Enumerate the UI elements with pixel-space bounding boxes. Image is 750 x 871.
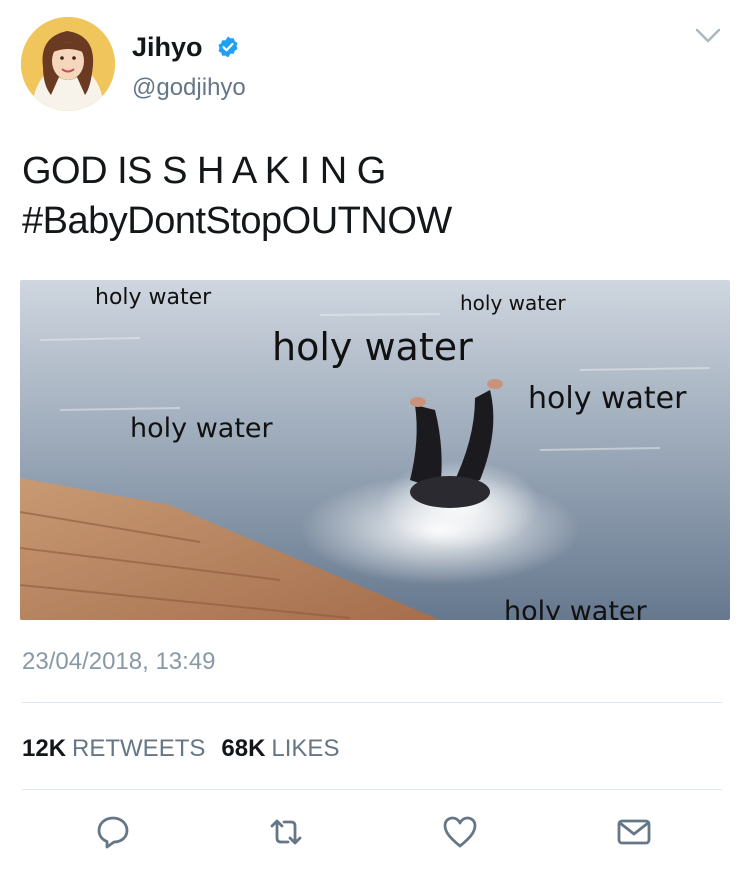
- reply-button[interactable]: [93, 812, 133, 852]
- retweets-count[interactable]: 12K: [22, 735, 66, 762]
- retweet-icon: [270, 819, 302, 845]
- chevron-down-icon[interactable]: [695, 28, 721, 44]
- avatar[interactable]: [21, 17, 115, 111]
- tweet-text: GOD IS S H A K I N G #BabyDontStopOUTNOW: [22, 146, 722, 246]
- meme-label: holy water: [504, 596, 648, 620]
- likes-label[interactable]: LIKES: [271, 735, 339, 762]
- tweet-text-line: GOD IS S H A K I N G: [22, 150, 386, 192]
- meme-image: holy water holy water holy water holy wa…: [20, 280, 730, 620]
- verified-badge-icon: [218, 36, 238, 58]
- reply-icon: [97, 816, 129, 849]
- meme-label: holy water: [272, 325, 473, 369]
- heart-icon: [443, 816, 477, 848]
- meme-label: holy water: [528, 381, 687, 416]
- meme-label: holy water: [130, 413, 274, 444]
- tweet-stats: 12K RETWEETS 68K LIKES: [22, 735, 355, 763]
- meme-label: holy water: [95, 285, 212, 310]
- share-button[interactable]: [614, 812, 654, 852]
- retweets-label[interactable]: RETWEETS: [72, 735, 205, 762]
- divider: [22, 789, 722, 790]
- envelope-icon: [617, 819, 651, 845]
- avatar-image: [21, 17, 115, 111]
- divider: [22, 702, 722, 703]
- user-handle[interactable]: @godjihyo: [132, 76, 246, 100]
- hashtag-link[interactable]: #BabyDontStopOUTNOW: [22, 196, 722, 246]
- meme-label: holy water: [460, 291, 566, 315]
- tweet-media[interactable]: holy water holy water holy water holy wa…: [20, 280, 730, 620]
- like-button[interactable]: [440, 812, 480, 852]
- tweet-header: Jihyo @godjihyo: [0, 0, 750, 120]
- action-bar: [0, 808, 750, 858]
- retweet-button[interactable]: [266, 812, 306, 852]
- likes-count[interactable]: 68K: [221, 735, 265, 762]
- tweet-timestamp[interactable]: 23/04/2018, 13:49: [22, 648, 216, 676]
- display-name[interactable]: Jihyo: [132, 34, 203, 61]
